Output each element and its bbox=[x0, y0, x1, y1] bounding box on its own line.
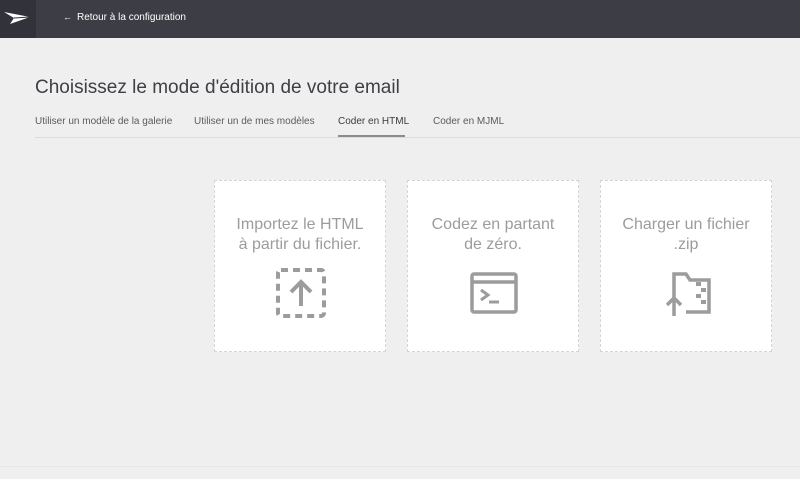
tab-code-mjml[interactable]: Coder en MJML bbox=[433, 116, 504, 127]
logo[interactable] bbox=[0, 0, 36, 38]
card-label: Importez le HTML à partir du fichier. bbox=[236, 216, 364, 253]
zip-folder-icon bbox=[665, 272, 711, 316]
tab-code-html[interactable]: Coder en HTML bbox=[338, 116, 409, 127]
active-tab-indicator bbox=[338, 135, 405, 137]
code-from-scratch-card[interactable]: Codez en partant de zéro. bbox=[407, 180, 579, 352]
paper-plane-icon bbox=[4, 12, 30, 24]
tab-gallery-template[interactable]: Utiliser un modèle de la galerie bbox=[35, 116, 172, 127]
terminal-icon bbox=[470, 272, 518, 314]
card-label: Codez en partant de zéro. bbox=[431, 216, 555, 253]
back-arrow-icon: ← bbox=[63, 12, 72, 22]
upload-zip-card[interactable]: Charger un fichier .zip bbox=[600, 180, 772, 352]
top-bar: ← Retour à la configuration bbox=[0, 0, 800, 38]
back-to-configuration-link[interactable]: ← Retour à la configuration bbox=[63, 12, 186, 23]
divider bbox=[0, 466, 800, 467]
upload-icon bbox=[276, 268, 326, 318]
import-html-card[interactable]: Importez le HTML à partir du fichier. bbox=[214, 180, 386, 352]
page-title: Choisissez le mode d'édition de votre em… bbox=[35, 77, 400, 98]
editor-mode-tabs: Utiliser un modèle de la galerie Utilise… bbox=[35, 110, 800, 138]
tab-my-templates[interactable]: Utiliser un de mes modèles bbox=[194, 116, 315, 127]
back-link-label: Retour à la configuration bbox=[77, 12, 186, 23]
card-label: Charger un fichier .zip bbox=[622, 216, 750, 253]
